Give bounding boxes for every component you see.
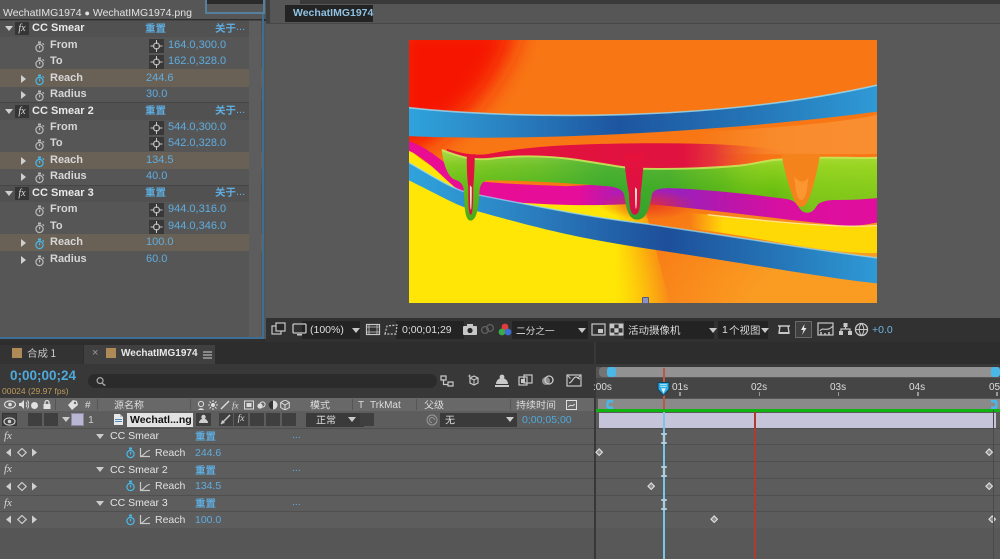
svg-text:fx: fx: [232, 401, 239, 411]
